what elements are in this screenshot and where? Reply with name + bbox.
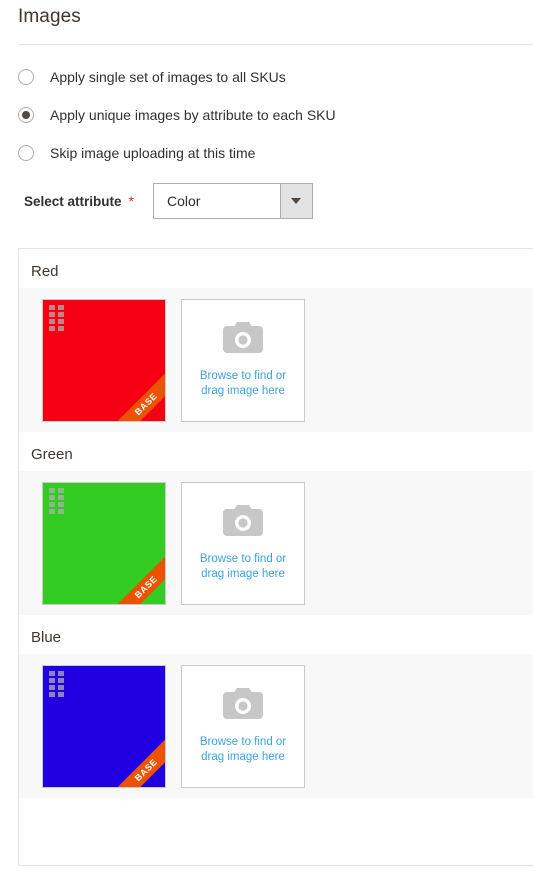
attribute-group-blue: Blue BASE Browse to find or drag image h… [19,615,533,798]
image-tile-strip: BASE Browse to find or drag image here [19,471,533,615]
attribute-select-value: Color [166,193,201,209]
attribute-gallery-container: Red BASE Browse to find or drag image he… [18,248,533,866]
attribute-group-green: Green BASE Browse to find or drag image … [19,432,533,615]
radio-label-skip-upload: Skip image uploading at this time [50,145,256,161]
required-asterisk: * [128,193,134,209]
drag-handle-icon[interactable] [49,671,64,697]
image-tile[interactable]: BASE [42,482,166,605]
header-divider [18,44,533,45]
camera-icon [223,688,263,724]
upload-text-line1: Browse to find or [199,553,287,565]
upload-placeholder-text: Browse to find or drag image here [200,552,286,582]
radio-mark-single-set[interactable] [18,69,34,85]
upload-placeholder-text: Browse to find or drag image here [200,369,286,399]
upload-placeholder[interactable]: Browse to find or drag image here [181,482,305,605]
upload-text-line2: drag image here [201,751,285,763]
upload-placeholder[interactable]: Browse to find or drag image here [181,299,305,422]
image-tile-strip: BASE Browse to find or drag image here [19,654,533,798]
radio-option-single-set[interactable]: Apply single set of images to all SKUs [18,58,518,96]
upload-text-line2: drag image here [201,568,285,580]
attribute-group-red: Red BASE Browse to find or drag image he… [19,249,533,432]
attribute-group-title: Blue [31,629,62,646]
attribute-group-title: Red [31,263,59,280]
drag-handle-icon[interactable] [49,305,64,331]
upload-placeholder[interactable]: Browse to find or drag image here [181,665,305,788]
chevron-down-icon[interactable] [279,184,312,218]
attribute-select[interactable]: Color [152,183,313,219]
image-tile[interactable]: BASE [42,299,166,422]
radio-option-skip-upload[interactable]: Skip image uploading at this time [18,134,518,172]
radio-option-unique-by-attribute[interactable]: Apply unique images by attribute to each… [18,96,518,134]
radio-mark-unique-by-attribute[interactable] [18,107,34,123]
drag-handle-icon[interactable] [49,488,64,514]
radio-label-single-set: Apply single set of images to all SKUs [50,69,286,85]
select-attribute-row: Select attribute * Color [24,183,313,219]
upload-text-line1: Browse to find or [199,736,287,748]
camera-icon [223,505,263,541]
radio-mark-skip-upload[interactable] [18,145,34,161]
image-mode-radio-group: Apply single set of images to all SKUs A… [18,58,518,172]
radio-label-unique-by-attribute: Apply unique images by attribute to each… [50,107,336,123]
upload-text-line2: drag image here [201,385,285,397]
camera-icon [223,322,263,358]
image-tile[interactable]: BASE [42,665,166,788]
upload-text-line1: Browse to find or [199,370,287,382]
images-section-page: Images Apply single set of images to all… [0,0,533,876]
page-title: Images [18,6,81,27]
upload-placeholder-text: Browse to find or drag image here [200,735,286,765]
attribute-group-title: Green [31,446,73,463]
image-tile-strip: BASE Browse to find or drag image here [19,288,533,432]
select-attribute-label: Select attribute [24,193,122,209]
